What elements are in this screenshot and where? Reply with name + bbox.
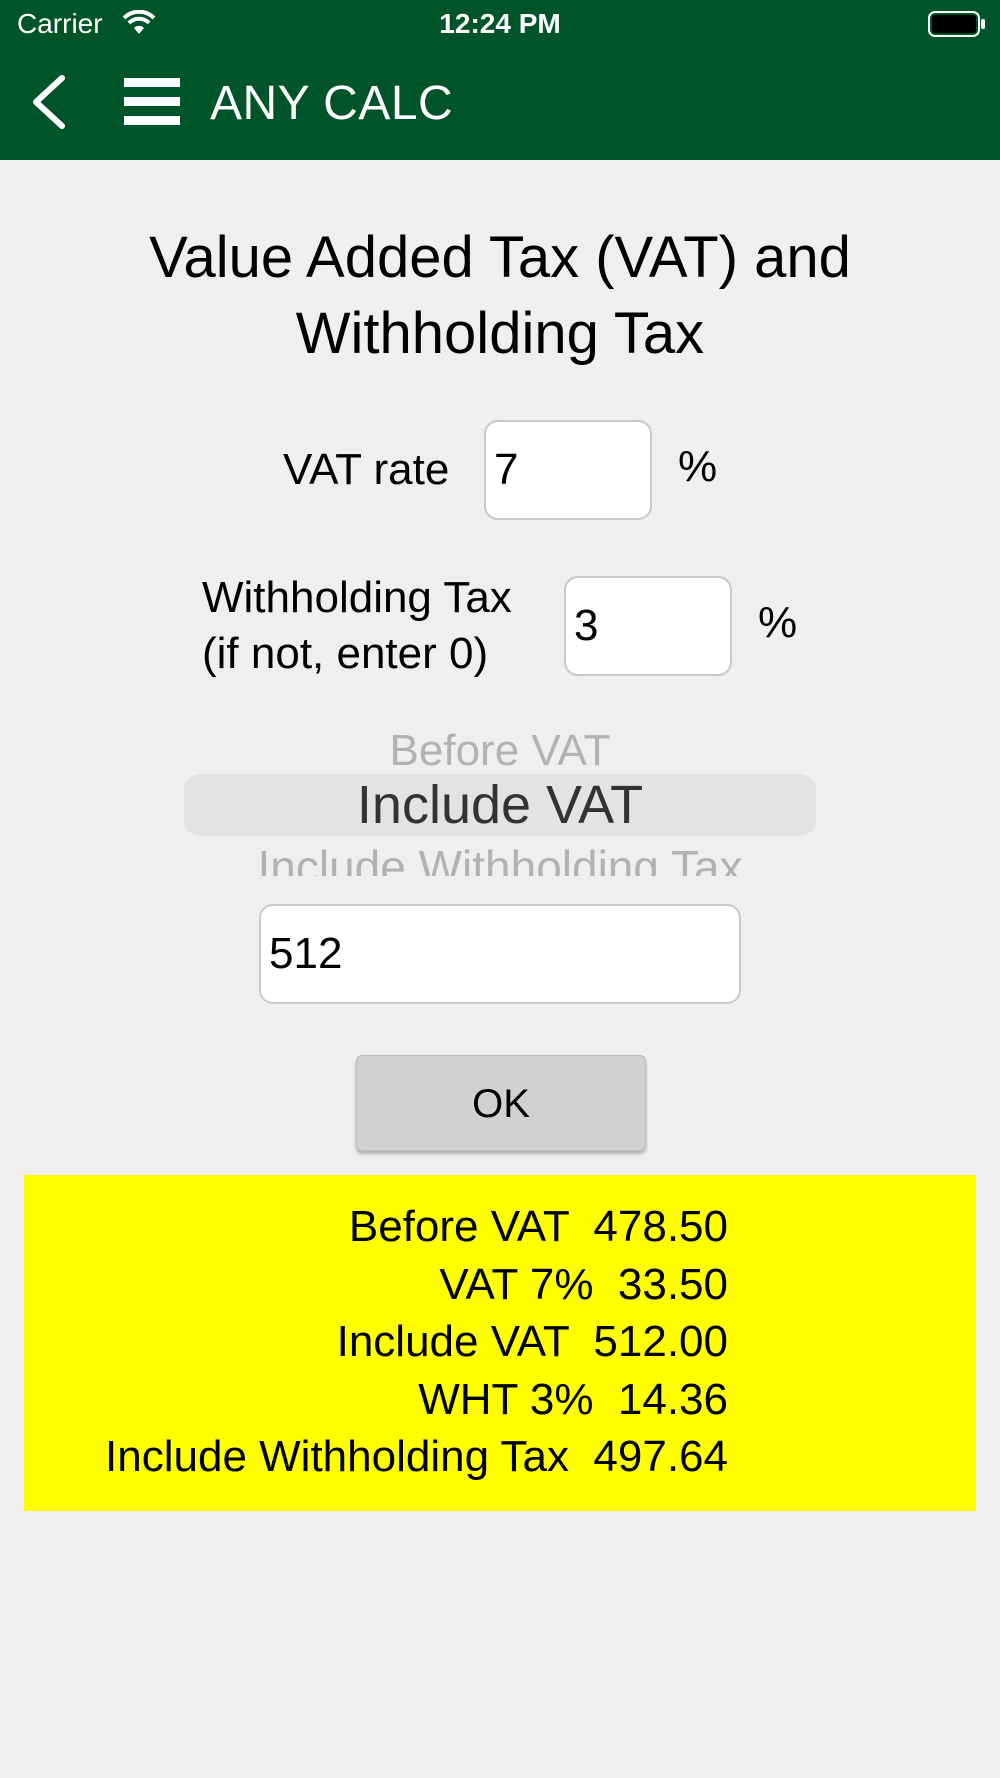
result-include-vat: Include VAT 512.00 bbox=[336, 1317, 728, 1366]
page-title-line1: Value Added Tax (VAT) and bbox=[149, 225, 851, 290]
nav-bar: ANY CALC bbox=[0, 50, 1000, 160]
app-title: ANY CALC bbox=[210, 77, 454, 130]
wht-rate-input[interactable]: 3 bbox=[564, 576, 732, 676]
amount-input[interactable]: 512 bbox=[259, 904, 741, 1004]
result-include-wht: Include Withholding Tax 497.64 bbox=[105, 1432, 728, 1481]
wht-unit: % bbox=[758, 598, 798, 647]
vat-rate-input[interactable]: 7 bbox=[484, 420, 652, 520]
vat-rate-label: VAT rate bbox=[283, 445, 450, 494]
page-title-line2: Withholding Tax bbox=[295, 301, 705, 366]
ok-button[interactable]: OK bbox=[356, 1055, 646, 1151]
picker-option-below[interactable]: Include Withholding Tax bbox=[185, 840, 815, 876]
result-before-vat: Before VAT 478.50 bbox=[348, 1202, 728, 1251]
result-wht: WHT 3% 14.36 bbox=[418, 1375, 728, 1424]
page-title: Value Added Tax (VAT) and Withholding Ta… bbox=[60, 220, 940, 372]
wht-label: Withholding Tax (if not, enter 0) bbox=[202, 570, 512, 682]
vat-unit: % bbox=[678, 442, 718, 491]
wht-label-line1: Withholding Tax bbox=[202, 573, 512, 622]
picker-option-selected[interactable]: Include VAT bbox=[184, 774, 816, 836]
status-time: 12:24 PM bbox=[439, 8, 561, 39]
chevron-left-icon[interactable] bbox=[28, 74, 72, 130]
hamburger-menu-icon[interactable] bbox=[124, 76, 180, 128]
status-bar: Carrier 12:24 PM bbox=[0, 0, 1000, 50]
result-panel: Before VAT 478.50 VAT 7% 33.50 Include V… bbox=[24, 1175, 976, 1511]
battery-icon bbox=[928, 11, 985, 37]
wht-label-line2: (if not, enter 0) bbox=[202, 629, 489, 678]
picker-option-above[interactable]: Before VAT bbox=[185, 726, 815, 768]
result-vat: VAT 7% 33.50 bbox=[439, 1260, 728, 1309]
